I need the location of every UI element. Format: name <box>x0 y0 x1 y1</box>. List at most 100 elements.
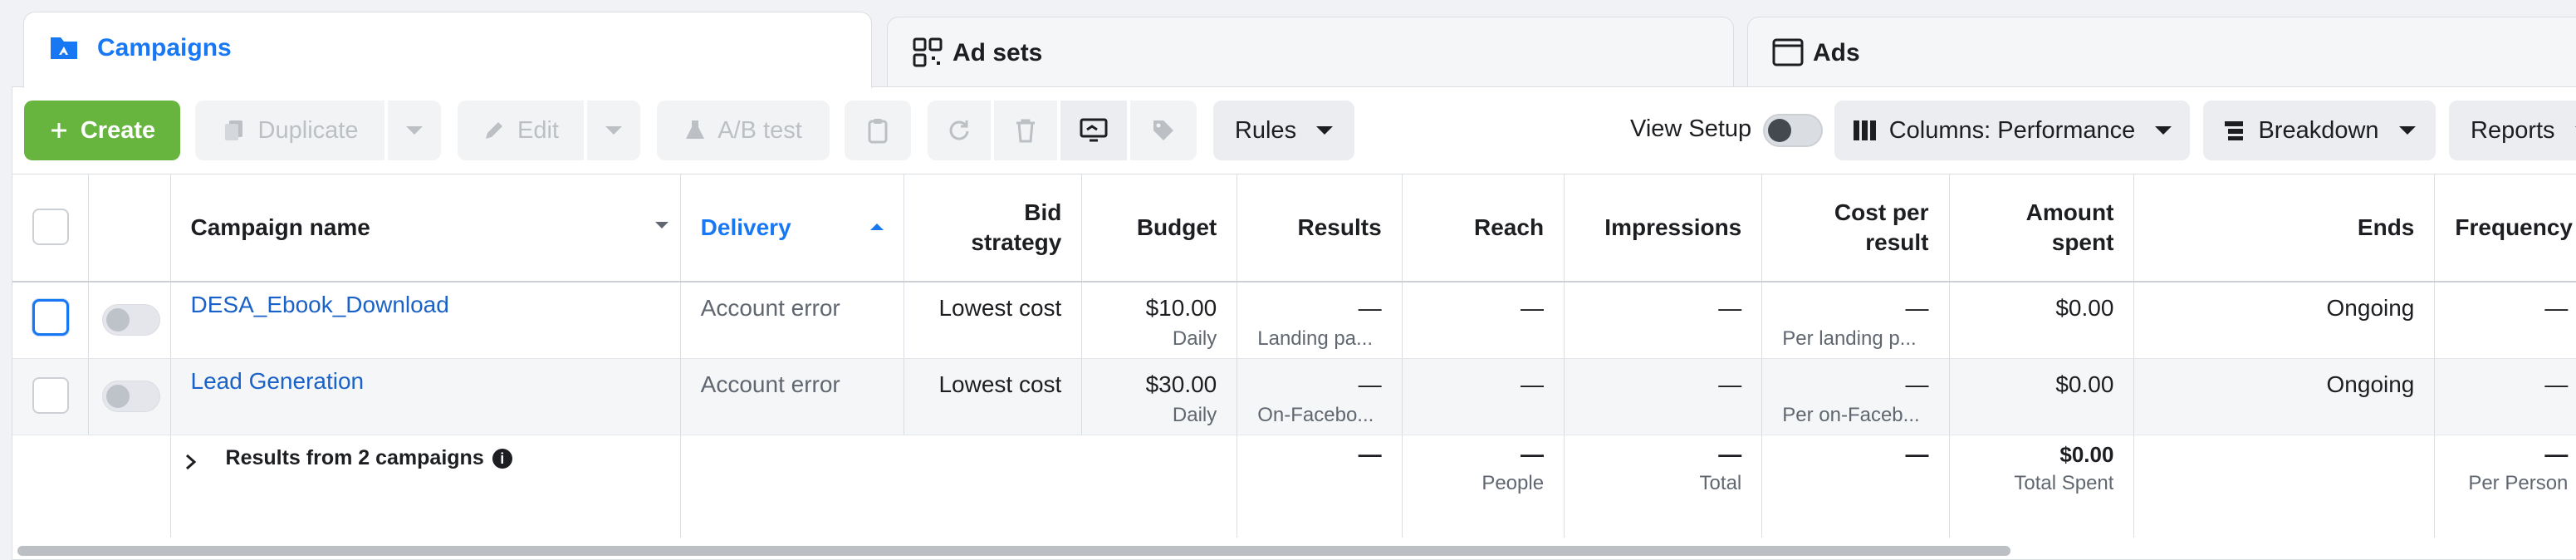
clipboard-button[interactable] <box>845 101 911 160</box>
ends-value: Ongoing <box>2326 371 2415 397</box>
breakdown-button[interactable]: Breakdown <box>2203 101 2436 160</box>
folder-icon <box>51 37 77 59</box>
totals-impressions-sub: Total <box>1699 471 1742 494</box>
delivery-status: Account error <box>700 295 840 321</box>
table-row[interactable]: Lead Generation Account error Lowest cos… <box>12 358 2576 435</box>
header-results-label: Results <box>1297 214 1382 240</box>
campaign-toggle[interactable] <box>101 304 160 336</box>
totals-spacer <box>12 435 88 538</box>
header-bid-strategy-label: Bid strategy <box>971 199 1062 255</box>
clipboard-icon <box>868 119 888 144</box>
ends-cell: Ongoing <box>2133 358 2436 435</box>
table-row[interactable]: DESA_Ebook_Download Account error Lowest… <box>12 282 2576 359</box>
cost-per-result-type: Per on-Faceb... <box>1782 403 1920 426</box>
totals-frequency-sub: Per Person <box>2468 471 2569 494</box>
results-type: On-Facebo... <box>1257 403 1374 426</box>
ad-window-icon <box>1772 38 1804 66</box>
totals-impressions-cell: — Total <box>1564 435 1763 538</box>
campaign-name-link[interactable]: Lead Generation <box>191 367 660 395</box>
tab-ad-sets[interactable]: Ad sets <box>887 17 1734 86</box>
ends-value: Ongoing <box>2326 295 2415 321</box>
sort-up-icon <box>870 224 884 230</box>
totals-amount-spent: $0.00 <box>2059 441 2114 467</box>
duplicate-dropdown[interactable] <box>388 101 441 160</box>
header-campaign-name[interactable]: Campaign name <box>170 174 681 282</box>
campaign-name-cell: Lead Generation <box>170 358 681 435</box>
budget-cell: $30.00 Daily <box>1081 358 1238 435</box>
frequency-value: — <box>2544 295 2569 321</box>
header-cost-per-result[interactable]: Cost per result <box>1761 174 1950 282</box>
preview-button[interactable] <box>1060 101 1127 160</box>
cost-per-result-value: — <box>1905 295 1929 321</box>
header-results[interactable]: Results <box>1237 174 1403 282</box>
header-reach[interactable]: Reach <box>1402 174 1565 282</box>
cost-per-result-cell: — Per landing p... <box>1761 282 1950 359</box>
header-budget[interactable]: Budget <box>1081 174 1238 282</box>
frequency-cell: — <box>2434 358 2576 435</box>
header-ends[interactable]: Ends <box>2133 174 2436 282</box>
level-tabs: Campaigns Ad sets Ads <box>0 0 2576 88</box>
edit-label: Edit <box>517 116 559 144</box>
delete-button[interactable] <box>994 101 1057 160</box>
campaign-toggle[interactable] <box>101 380 160 412</box>
reports-label: Reports <box>2471 116 2555 144</box>
pencil-icon <box>482 119 506 142</box>
reports-button[interactable]: Reports <box>2449 101 2576 160</box>
header-impressions[interactable]: Impressions <box>1564 174 1763 282</box>
delivery-cell: Account error <box>680 358 905 435</box>
edit-button[interactable]: Edit <box>458 101 584 160</box>
info-icon[interactable]: i <box>492 448 512 469</box>
impressions-cell: — <box>1564 282 1763 359</box>
totals-frequency: — <box>2544 440 2569 467</box>
edit-dropdown[interactable] <box>587 101 640 160</box>
budget-value[interactable]: $30.00 <box>1102 371 1217 399</box>
reach-cell: — <box>1402 282 1565 359</box>
tag-icon <box>1153 120 1173 140</box>
header-delivery[interactable]: Delivery <box>680 174 905 282</box>
ends-cell: Ongoing <box>2133 282 2436 359</box>
amount-spent-value: $0.00 <box>2055 295 2114 321</box>
totals-label-wrap: Results from 2 campaigns i <box>184 444 660 472</box>
totals-reach: — <box>1521 440 1545 467</box>
columns-icon <box>1853 119 1878 142</box>
impressions-value: — <box>1718 371 1742 397</box>
cost-per-result-value: — <box>1905 371 1929 397</box>
select-all-checkbox[interactable] <box>32 209 69 245</box>
columns-button[interactable]: Columns: Performance <box>1834 101 2190 160</box>
refresh-button[interactable] <box>928 101 991 160</box>
row-checkbox[interactable] <box>32 376 69 414</box>
impressions-value: — <box>1718 295 1742 321</box>
horizontal-scrollbar[interactable] <box>17 546 2010 556</box>
results-cell: — On-Facebo... <box>1237 358 1403 435</box>
totals-label: Results from 2 campaigns <box>225 445 484 469</box>
header-bid-strategy[interactable]: Bid strategy <box>904 174 1083 282</box>
chevron-down-icon <box>406 126 423 135</box>
row-toggle-cell <box>88 358 171 435</box>
tag-button[interactable] <box>1130 101 1197 160</box>
tab-campaigns[interactable]: Campaigns <box>23 12 872 88</box>
view-setup-toggle[interactable] <box>1763 114 1823 147</box>
amount-spent-cell: $0.00 <box>1949 358 2135 435</box>
trash-icon <box>1016 119 1035 143</box>
grid-icon <box>913 37 943 67</box>
rules-button[interactable]: Rules <box>1213 101 1354 160</box>
create-button[interactable]: Create <box>24 101 180 160</box>
expand-chevron-icon[interactable] <box>184 444 209 472</box>
campaigns-table: Campaign name Delivery Bid strategy Budg… <box>12 174 2576 538</box>
totals-reach-cell: — People <box>1402 435 1565 538</box>
duplicate-button[interactable]: Duplicate <box>195 101 384 160</box>
toolbar: Create Duplicate Edit A/B test Rules Vie… <box>12 87 2576 174</box>
budget-value[interactable]: $10.00 <box>1102 294 1217 322</box>
header-frequency[interactable]: Frequency <box>2434 174 2576 282</box>
totals-cost-cell: — <box>1761 435 1950 538</box>
totals-spacer <box>680 435 1238 538</box>
campaign-name-link[interactable]: DESA_Ebook_Download <box>191 291 660 319</box>
header-reach-label: Reach <box>1474 214 1545 240</box>
ab-test-button[interactable]: A/B test <box>657 101 830 160</box>
bid-strategy-cell: Lowest cost <box>904 358 1083 435</box>
header-amount-spent[interactable]: Amount spent <box>1949 174 2135 282</box>
row-checkbox[interactable] <box>32 299 69 336</box>
results-type: Landing pa... <box>1257 327 1374 350</box>
bid-strategy-value: Lowest cost <box>938 371 1062 397</box>
tab-ads[interactable]: Ads <box>1747 17 2576 86</box>
